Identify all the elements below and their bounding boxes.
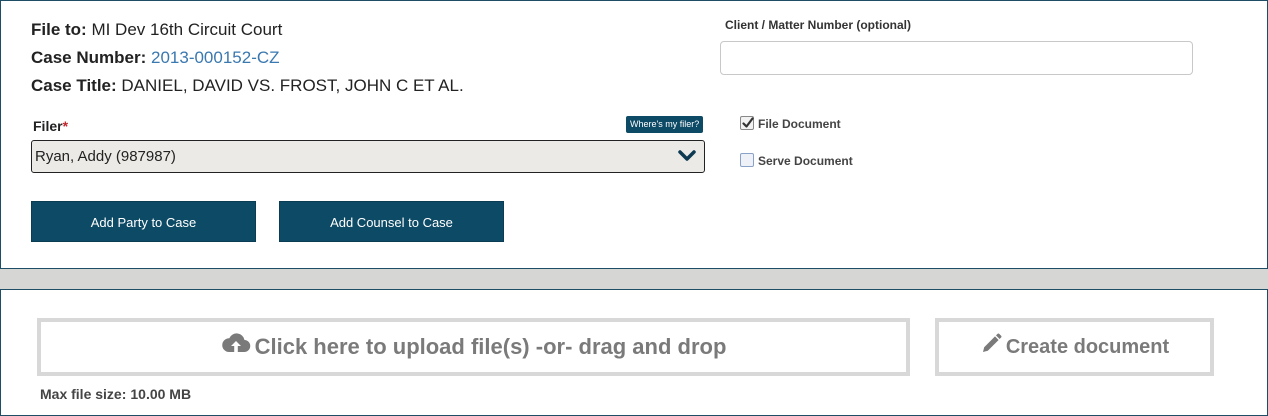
serve-document-label: Serve Document <box>758 154 853 168</box>
case-number-link[interactable]: 2013-000152-CZ <box>151 48 280 67</box>
file-to-label: File to: <box>31 20 87 39</box>
max-file-size-label: Max file size: <box>40 386 127 402</box>
serve-document-checkbox[interactable] <box>740 153 754 167</box>
file-to-line: File to: MI Dev 16th Circuit Court <box>31 20 282 40</box>
upload-files-label: Click here to upload file(s) -or- drag a… <box>254 334 727 359</box>
client-matter-input[interactable] <box>720 41 1193 75</box>
required-asterisk: * <box>62 118 69 134</box>
create-document-button[interactable]: Create document <box>935 318 1214 376</box>
case-title-value: DANIEL, DAVID VS. FROST, JOHN C ET AL. <box>121 76 464 95</box>
cloud-upload-icon <box>221 333 250 353</box>
add-counsel-button[interactable]: Add Counsel to Case <box>279 201 504 242</box>
create-document-label: Create document <box>1005 336 1170 358</box>
file-document-checkbox[interactable] <box>740 116 754 130</box>
filer-label: Filer* <box>33 118 68 134</box>
client-matter-label: Client / Matter Number (optional) <box>725 18 911 32</box>
filer-label-text: Filer <box>33 118 63 134</box>
case-number-line: Case Number: 2013-000152-CZ <box>31 48 280 68</box>
wheres-my-filer-button[interactable]: Where's my filer? <box>626 116 704 133</box>
file-document-label: File Document <box>758 117 841 131</box>
case-title-line: Case Title: DANIEL, DAVID VS. FROST, JOH… <box>31 76 464 96</box>
add-party-button[interactable]: Add Party to Case <box>31 201 256 242</box>
case-number-label: Case Number: <box>31 48 147 67</box>
section-divider <box>0 269 1268 289</box>
case-title-label: Case Title: <box>31 76 117 95</box>
filer-selected-value: Ryan, Addy (987987) <box>35 148 176 165</box>
chevron-down-icon <box>678 150 696 161</box>
max-file-size: Max file size: 10.00 MB <box>40 386 191 402</box>
file-to-value: MI Dev 16th Circuit Court <box>91 20 283 39</box>
pencil-icon <box>982 333 1002 352</box>
checkmark-icon <box>742 117 754 128</box>
filer-select[interactable]: Ryan, Addy (987987) <box>31 140 705 173</box>
upload-files-button[interactable]: Click here to upload file(s) -or- drag a… <box>37 318 910 376</box>
max-file-size-value: 10.00 MB <box>130 386 192 402</box>
